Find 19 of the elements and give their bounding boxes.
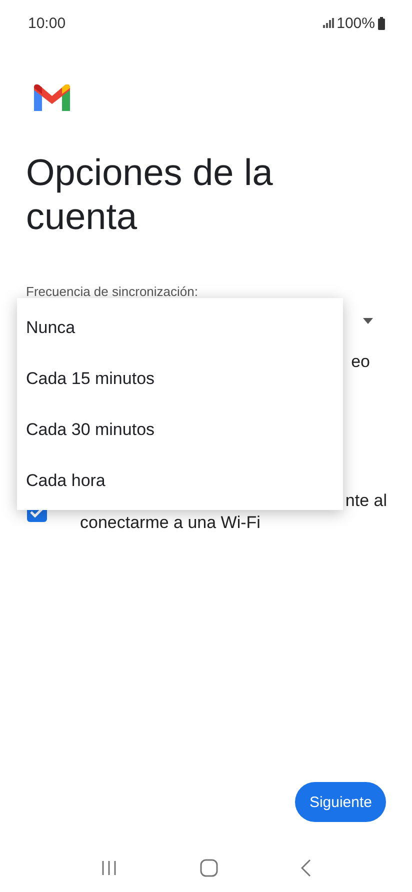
page-title: Opciones de la cuenta bbox=[26, 151, 274, 239]
option-text: eo bbox=[351, 352, 370, 373]
option-text: nte al bbox=[345, 490, 387, 512]
menu-item[interactable]: Cada 30 minutos bbox=[17, 404, 343, 455]
field-label: Frecuencia de sincronización: bbox=[26, 284, 199, 299]
option-text: conectarme a una Wi-Fi bbox=[80, 512, 260, 534]
recent-apps-icon[interactable] bbox=[101, 860, 118, 876]
menu-item[interactable]: Nunca bbox=[17, 302, 343, 353]
menu-item[interactable]: Cada 15 minutos bbox=[17, 353, 343, 404]
next-button[interactable]: Siguiente bbox=[295, 782, 386, 822]
mail-logo-icon bbox=[34, 84, 70, 111]
battery-percent: 100% bbox=[336, 14, 375, 32]
home-icon[interactable] bbox=[200, 859, 218, 877]
back-icon[interactable] bbox=[300, 859, 311, 877]
dropdown-arrow-icon[interactable] bbox=[363, 318, 373, 324]
status-time: 10:00 bbox=[28, 14, 66, 32]
battery-icon bbox=[378, 16, 385, 30]
signal-icon bbox=[322, 18, 334, 28]
menu-item[interactable]: Cada hora bbox=[17, 455, 343, 506]
